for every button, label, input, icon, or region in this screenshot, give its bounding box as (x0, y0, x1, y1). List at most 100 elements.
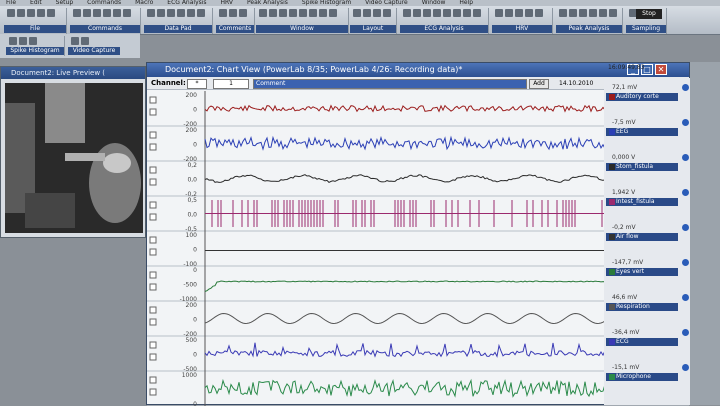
toolbar-icon[interactable] (27, 9, 35, 17)
toolbar-icon[interactable] (559, 9, 567, 17)
toolbar-icon[interactable] (535, 9, 543, 17)
toolbar-icon[interactable] (187, 9, 195, 17)
toolbar-icon[interactable] (147, 9, 155, 17)
toolbar-label-video-capture[interactable]: Video Capture (68, 47, 120, 55)
toolbar-icon[interactable] (363, 9, 371, 17)
toolbar-icon[interactable] (123, 9, 131, 17)
toolbar-icon[interactable] (373, 9, 381, 17)
toolbar-icon[interactable] (329, 9, 337, 17)
info-icon[interactable] (682, 224, 689, 231)
toolbar-icon[interactable] (279, 9, 287, 17)
scale-button[interactable] (149, 341, 157, 349)
toolbar-icon[interactable] (93, 9, 101, 17)
scale-button[interactable] (149, 376, 157, 384)
toolbar-icon[interactable] (113, 9, 121, 17)
stop-button[interactable]: Stop (636, 9, 662, 19)
add-comment-button[interactable]: Add (529, 79, 549, 89)
info-icon[interactable] (682, 329, 689, 336)
toolbar-icon[interactable] (259, 9, 267, 17)
toolbar-group-label[interactable]: Peak Analysis (556, 25, 622, 33)
toolbar-icon[interactable] (17, 9, 25, 17)
toolbar-group-label[interactable]: Data Pad (144, 25, 212, 33)
toolbar-icon[interactable] (433, 9, 441, 17)
scale-button[interactable] (149, 143, 157, 151)
info-icon[interactable] (682, 259, 689, 266)
toolbar-icon[interactable] (309, 9, 317, 17)
toolbar-icon[interactable] (197, 9, 205, 17)
toolbar-icon[interactable] (423, 9, 431, 17)
toolbar-icon[interactable] (73, 9, 81, 17)
toolbar-icon[interactable] (37, 9, 45, 17)
close-button[interactable]: ✕ (655, 64, 667, 75)
toolbar-group-label[interactable]: Window (256, 25, 348, 33)
toolbar-icon[interactable] (167, 9, 175, 17)
info-icon[interactable] (682, 364, 689, 371)
toolbar-group-label[interactable]: Comments (216, 25, 254, 33)
scale-button[interactable] (149, 353, 157, 361)
info-icon[interactable] (682, 119, 689, 126)
channel-select[interactable]: * (187, 79, 207, 89)
toolbar-label-spike-histogram[interactable]: Spike Histogram (6, 47, 64, 55)
channel-name-dropdown[interactable]: Stom_fistula (606, 163, 678, 171)
scale-button[interactable] (149, 236, 157, 244)
toolbar-icon[interactable] (505, 9, 513, 17)
scale-button[interactable] (149, 213, 157, 221)
info-icon[interactable] (682, 294, 689, 301)
channel-name-dropdown[interactable]: EEG (606, 128, 678, 136)
scale-button[interactable] (149, 108, 157, 116)
toolbar-icon[interactable] (353, 9, 361, 17)
toolbar-group-label[interactable]: Commands (70, 25, 140, 33)
toolbar-icon[interactable] (473, 9, 481, 17)
toolbar-group-label[interactable]: File (4, 25, 66, 33)
toolbar-icon[interactable] (413, 9, 421, 17)
toolbar-icon[interactable] (403, 9, 411, 17)
toolbar-icon[interactable] (319, 9, 327, 17)
toolbar-icon[interactable] (443, 9, 451, 17)
info-icon[interactable] (682, 189, 689, 196)
toolbar-icon[interactable] (83, 9, 91, 17)
toolbar-group-label[interactable]: Layout (350, 25, 396, 33)
toolbar-icon[interactable] (239, 9, 247, 17)
toolbar-icon[interactable] (7, 9, 15, 17)
toolbar-icon[interactable] (47, 9, 55, 17)
toolbar-icon[interactable] (589, 9, 597, 17)
toolbar-icon[interactable] (525, 9, 533, 17)
scale-button[interactable] (149, 201, 157, 209)
toolbar-icon[interactable] (569, 9, 577, 17)
scale-button[interactable] (149, 388, 157, 396)
scale-button[interactable] (149, 178, 157, 186)
toolbar-icon[interactable] (609, 9, 617, 17)
scale-button[interactable] (149, 283, 157, 291)
channel-name-dropdown[interactable]: ECG (606, 338, 678, 346)
scale-button[interactable] (149, 306, 157, 314)
toolbar-icon[interactable] (579, 9, 587, 17)
toolbar-icon[interactable] (229, 9, 237, 17)
toolbar-icon[interactable] (463, 9, 471, 17)
scale-button[interactable] (149, 271, 157, 279)
toolbar-icon[interactable] (383, 9, 391, 17)
toolbar-icon[interactable] (157, 9, 165, 17)
info-icon[interactable] (682, 84, 689, 91)
toolbar-icon[interactable] (495, 9, 503, 17)
toolbar-group-label[interactable]: HRV (492, 25, 552, 33)
toolbar-group-label[interactable]: Sampling (626, 25, 666, 33)
scale-button[interactable] (149, 248, 157, 256)
channel-name-dropdown[interactable]: Eyes vert (606, 268, 678, 276)
toolbar-icon[interactable] (289, 9, 297, 17)
scale-button[interactable] (149, 131, 157, 139)
toolbar-icon[interactable] (177, 9, 185, 17)
channel-name-dropdown[interactable]: Air flow (606, 233, 678, 241)
scale-button[interactable] (149, 96, 157, 104)
channel-name-dropdown[interactable]: Microphone (606, 373, 678, 381)
toolbar-icon[interactable] (219, 9, 227, 17)
toolbar-icon[interactable] (269, 9, 277, 17)
scale-button[interactable] (149, 166, 157, 174)
scale-button[interactable] (149, 318, 157, 326)
channel-name-dropdown[interactable]: Intest_fistula (606, 198, 678, 206)
toolbar-icon[interactable] (515, 9, 523, 17)
toolbar-icon[interactable] (103, 9, 111, 17)
channel-name-dropdown[interactable]: Respiration (606, 303, 678, 311)
toolbar-icon[interactable] (599, 9, 607, 17)
channel-name-dropdown[interactable]: Auditory corte (606, 93, 678, 101)
comment-input[interactable]: Comment (253, 79, 527, 89)
